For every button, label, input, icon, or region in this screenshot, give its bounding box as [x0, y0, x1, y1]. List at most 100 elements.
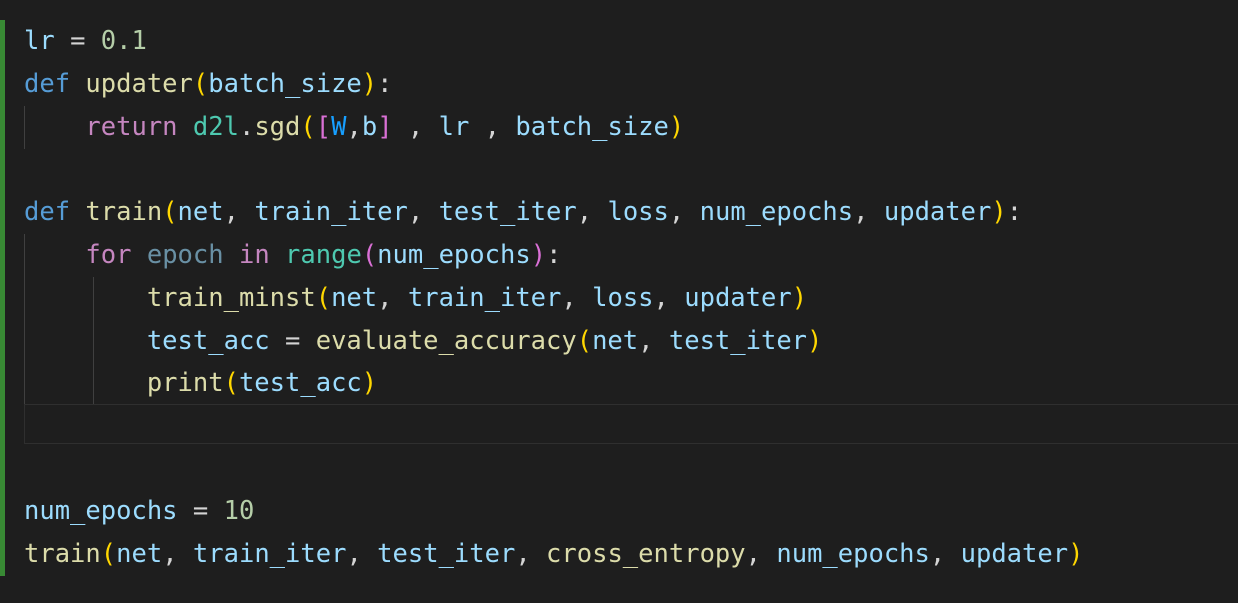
modified-lines-gutter-indicator [0, 20, 5, 576]
token-function-call: train_minst [146, 283, 316, 313]
token-var: b [361, 112, 378, 142]
token-comma: , [392, 112, 439, 142]
token-def: def [24, 69, 71, 99]
token-param: updater [883, 197, 992, 227]
token-var: num_epochs [776, 539, 930, 569]
token-in: in [238, 240, 270, 270]
token-paren: ( [192, 69, 209, 99]
code-line-8[interactable]: test_acc = evaluate_accuracy(net, test_i… [24, 320, 823, 363]
token-function-call: sgd [254, 112, 301, 142]
token-var: num_epochs [377, 240, 531, 270]
token-comma: , [929, 539, 961, 569]
token-colon: : [1006, 197, 1023, 227]
token-var: W [331, 112, 347, 142]
token-comma: , [576, 197, 608, 227]
token-loop-var: epoch [146, 240, 224, 270]
token-dot: . [238, 112, 255, 142]
token-function-name: train [85, 197, 163, 227]
token-function-name: updater [85, 69, 193, 99]
token-function-call: print [146, 368, 224, 398]
token-comma: , [346, 539, 378, 569]
token-var: lr [438, 112, 470, 142]
token-bracket: [ [315, 112, 332, 142]
token-comma: , [653, 283, 685, 313]
token-var: test_iter [668, 326, 808, 356]
token-colon: : [377, 69, 393, 99]
token-number: 0.1 [100, 26, 147, 56]
code-line-3[interactable]: return d2l.sgd([W,b] , lr , batch_size) [24, 106, 684, 149]
token-comma: , [638, 326, 669, 356]
token-var: train_iter [407, 283, 562, 313]
token-var: net [592, 326, 639, 356]
token-paren: ( [162, 197, 178, 227]
token-param: test_iter [438, 197, 577, 227]
token-assign: = [54, 26, 101, 56]
token-function-call: train [24, 539, 101, 569]
token-return: return [85, 112, 178, 142]
token-param: train_iter [254, 197, 408, 227]
token-module: d2l [192, 112, 239, 142]
token-comma: , [377, 283, 408, 313]
current-line-highlight [24, 404, 1238, 444]
token-for: for [85, 240, 132, 270]
token-comma: , [162, 539, 193, 569]
token-param: loss [607, 197, 669, 227]
token-paren: ) [361, 69, 378, 99]
token-var: net [331, 283, 378, 313]
token-builtin: range [285, 240, 362, 270]
token-param: num_epochs [699, 197, 854, 227]
token-lr: lr [24, 26, 55, 56]
code-line-2[interactable]: def updater(batch_size): [24, 63, 393, 106]
code-line-5[interactable]: def train(net, train_iter, test_iter, lo… [24, 191, 1022, 234]
token-comma: , [346, 112, 362, 142]
token-comma: , [407, 197, 439, 227]
token-paren: ( [576, 326, 593, 356]
token-def: def [24, 197, 71, 227]
token-comma: , [469, 112, 516, 142]
code-line-6[interactable]: for epoch in range(num_epochs): [24, 234, 561, 277]
token-paren: ( [100, 539, 117, 569]
token-param: batch_size [208, 69, 362, 99]
code-line-9[interactable]: print(test_acc) [24, 362, 377, 405]
code-line-12[interactable]: num_epochs = 10 [24, 490, 254, 533]
token-var: updater [684, 283, 792, 313]
token-var: num_epochs [24, 496, 178, 526]
code-line-1[interactable]: lr = 0.1 [24, 20, 147, 63]
token-param: net [177, 197, 224, 227]
code-line-7[interactable]: train_minst(net, train_iter, loss, updat… [24, 277, 807, 320]
token-paren: ) [807, 326, 823, 356]
token-paren: ( [315, 283, 332, 313]
token-comma: , [853, 197, 884, 227]
token-paren: ) [1068, 539, 1084, 569]
token-var: net [116, 539, 163, 569]
token-var: test_acc [146, 326, 270, 356]
token-comma: , [515, 539, 547, 569]
token-function-ref: cross_entropy [546, 539, 746, 569]
token-comma: , [561, 283, 593, 313]
token-comma: , [745, 539, 777, 569]
token-paren: ) [668, 112, 685, 142]
token-var: loss [592, 283, 654, 313]
token-paren: ( [361, 240, 378, 270]
token-paren: ) [991, 197, 1007, 227]
token-var: train_iter [192, 539, 347, 569]
token-assign: = [269, 326, 316, 356]
code-editor[interactable]: lr = 0.1 def updater(batch_size): return… [0, 0, 1238, 603]
token-paren: ( [300, 112, 316, 142]
token-colon: : [546, 240, 562, 270]
code-line-13[interactable]: train(net, train_iter, test_iter, cross_… [24, 533, 1083, 576]
token-var: updater [960, 539, 1069, 569]
token-comma: , [223, 197, 255, 227]
token-var: test_acc [238, 368, 362, 398]
